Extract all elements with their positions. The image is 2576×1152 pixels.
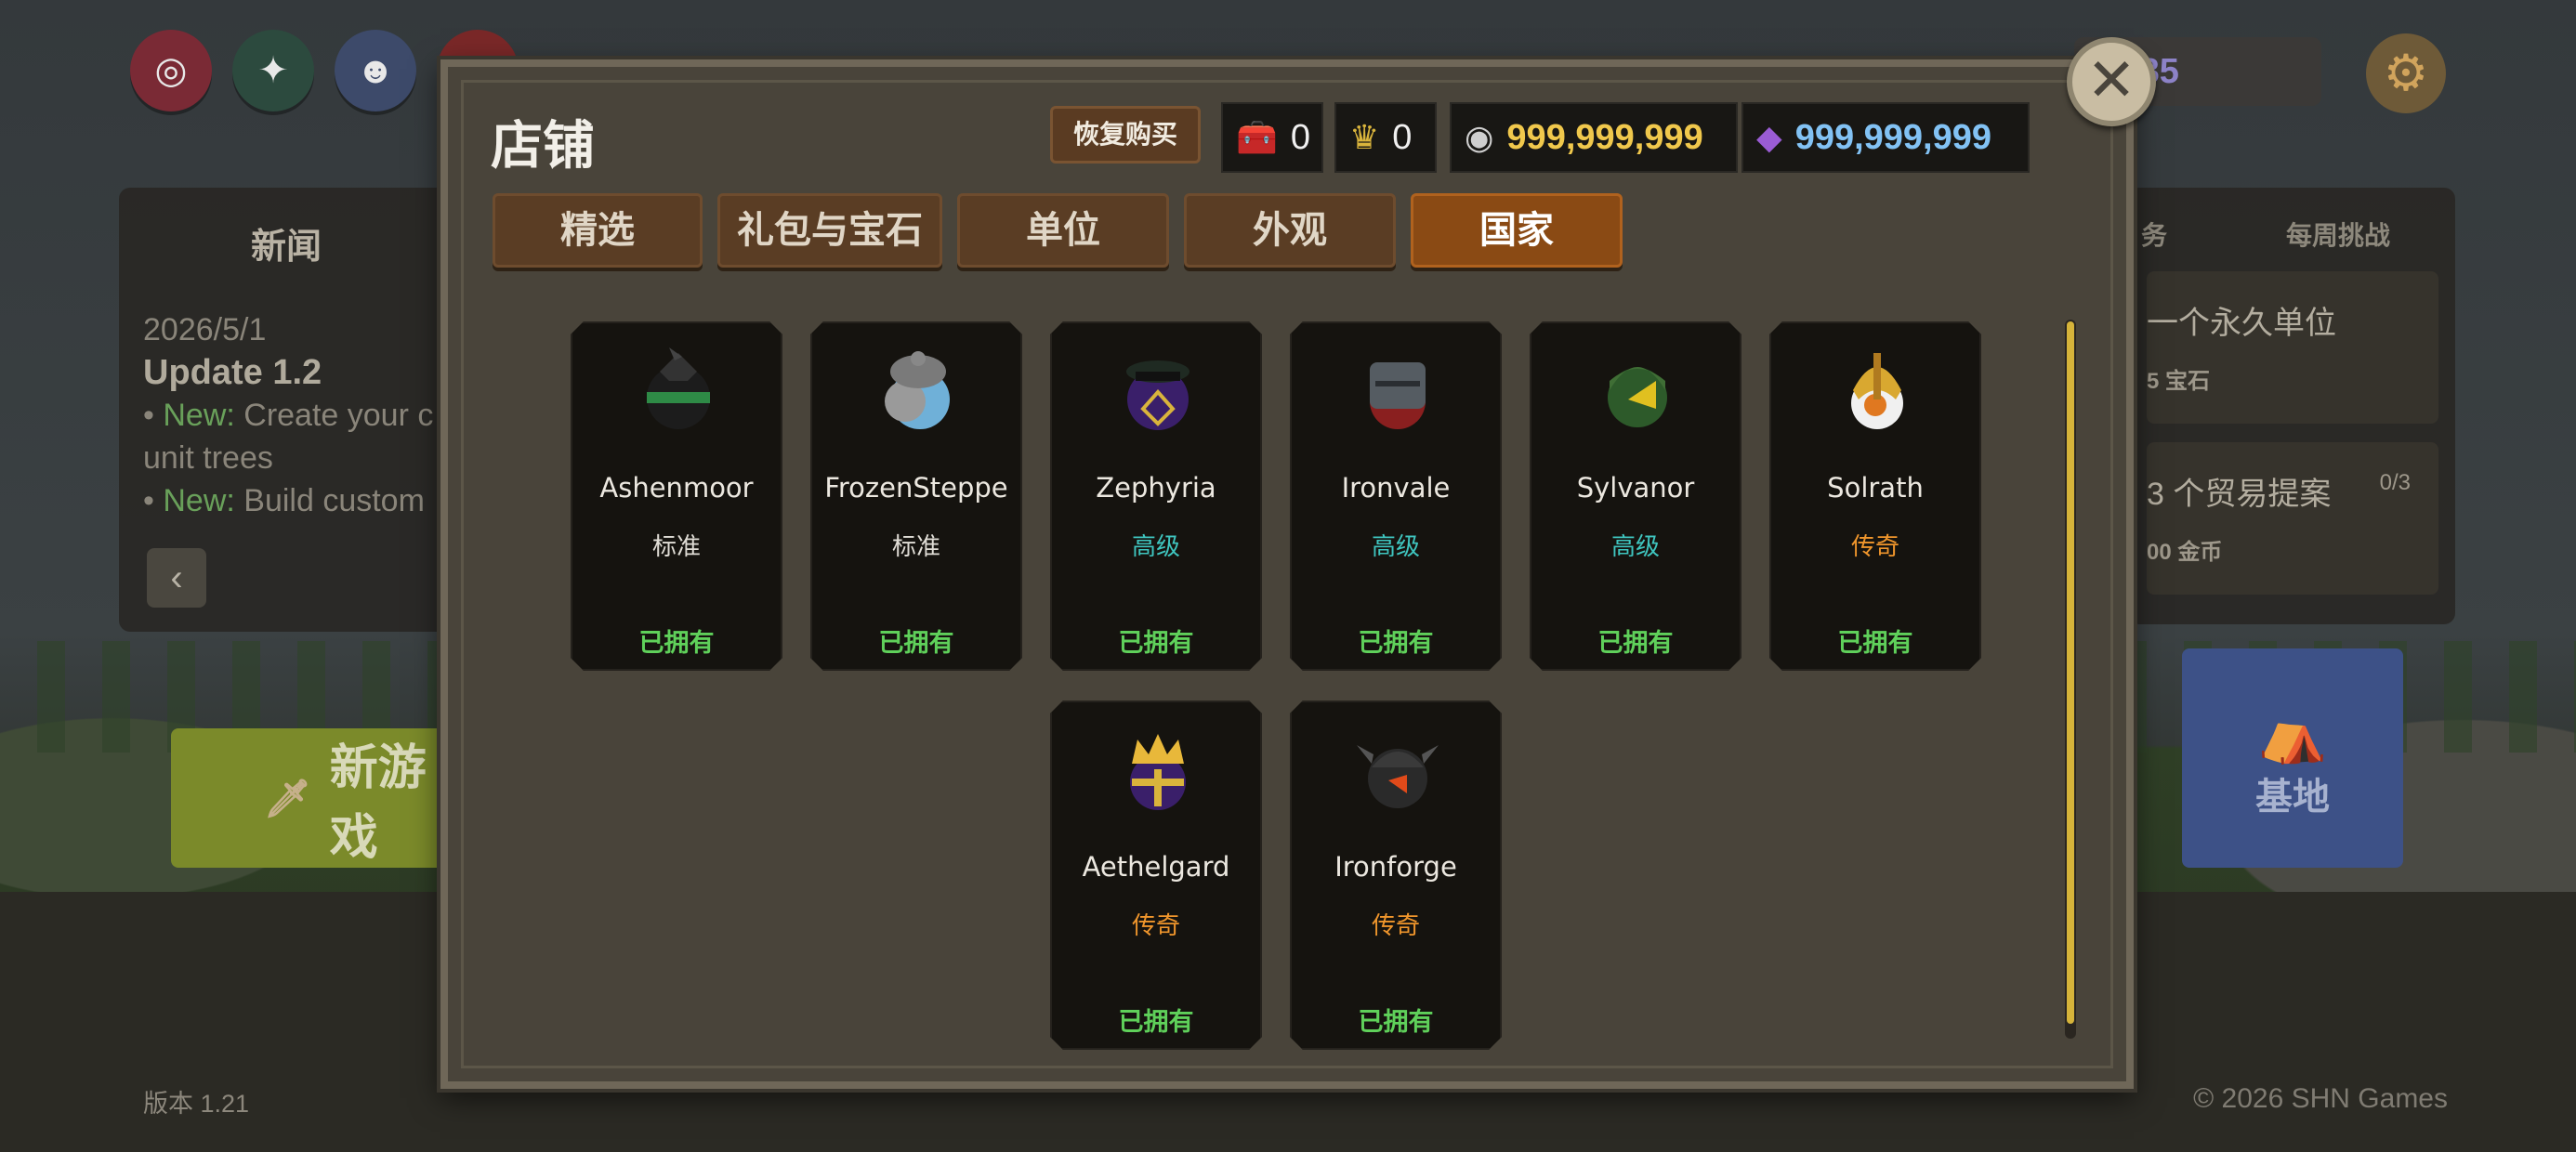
nation-card-ashenmoor[interactable]: Ashenmoor 标准 已拥有 <box>571 321 782 671</box>
dark-bird-helmet-icon <box>632 344 725 437</box>
tab-weekly-challenge[interactable]: 每周挑战 <box>2286 216 2390 253</box>
nation-card-sylvanor[interactable]: Sylvanor 高级 已拥有 <box>1530 321 1741 671</box>
nation-tier: 高级 <box>1610 532 1660 560</box>
nation-name: Solrath <box>1827 472 1924 504</box>
news-line-2: • New: Build custom <box>143 483 425 518</box>
nation-card-ironvale[interactable]: Ironvale 高级 已拥有 <box>1290 321 1502 671</box>
nation-card-ironforge[interactable]: Ironforge 传奇 已拥有 <box>1290 700 1502 1050</box>
gem-currency: ◆ 999,999,999 <box>1741 102 2030 173</box>
golden-helm-ball-icon <box>1831 344 1924 437</box>
nation-owned-status: 已拥有 <box>878 629 954 657</box>
news-update-title: Update 1.2 <box>143 353 322 392</box>
nation-tier: 传奇 <box>1371 911 1420 939</box>
nation-owned-status: 已拥有 <box>1118 629 1194 657</box>
nation-card-aethelgard[interactable]: Aethelgard 传奇 已拥有 <box>1050 700 1262 1050</box>
task-card: 3 个贸易提案 0/3 00 金币 <box>2147 442 2438 595</box>
sword-icon: 🗡 <box>264 778 311 819</box>
close-button[interactable]: ✕ <box>2067 37 2156 126</box>
gem-icon: ◆ <box>1756 118 1782 156</box>
silver-amount: 999,999,999 <box>1506 117 1703 157</box>
shop-scrollbar-thumb[interactable] <box>2067 321 2074 1024</box>
nation-card-frozensteppe[interactable]: FrozenSteppe 标准 已拥有 <box>810 321 1022 671</box>
tab-skins[interactable]: 外观 <box>1184 193 1396 268</box>
fur-hat-ball-icon <box>872 344 965 437</box>
tab-bundles-gems[interactable]: 礼包与宝石 <box>717 193 942 268</box>
tasks-panel: 务 每周挑战 一个永久单位 5 宝石 3 个贸易提案 0/3 00 金币 <box>2128 188 2455 624</box>
nation-owned-status: 已拥有 <box>1597 629 1674 657</box>
officer-cap-ball-icon <box>1111 344 1204 437</box>
nation-tier: 高级 <box>1371 532 1420 560</box>
tab-featured[interactable]: 精选 <box>493 193 703 268</box>
news-date: 2026/5/1 <box>143 312 267 347</box>
nation-owned-status: 已拥有 <box>1358 629 1434 657</box>
new-game-label: 新游戏 <box>329 741 427 865</box>
silver-coin-icon: ◉ <box>1465 118 1494 156</box>
news-panel: 新闻 2026/5/1 Update 1.2 • New: Create you… <box>119 188 453 632</box>
task-card: 一个永久单位 5 宝石 <box>2147 271 2438 424</box>
task-reward: 5 宝石 <box>2147 369 2211 394</box>
tab-daily-tasks[interactable]: 务 <box>2141 216 2167 253</box>
chest-currency: 🧰 0 <box>1221 102 1323 173</box>
task-reward: 00 金币 <box>2147 540 2223 565</box>
nation-tier: 传奇 <box>1850 532 1899 560</box>
nation-owned-status: 已拥有 <box>1118 1008 1194 1036</box>
crown-ball-icon <box>1111 723 1204 816</box>
nation-name: Sylvanor <box>1576 472 1695 504</box>
discord-icon[interactable]: ☻ <box>335 30 416 111</box>
base-label: 基地 <box>2255 777 2330 818</box>
nation-card-solrath[interactable]: Solrath 传奇 已拥有 <box>1769 321 1981 671</box>
task-text: 一个永久单位 <box>2147 306 2336 341</box>
task-progress: 0/3 <box>2379 470 2411 495</box>
version-label: 版本 1.21 <box>143 1090 250 1118</box>
nations-grid: Ashenmoor 标准 已拥有 FrozenSteppe 标准 已拥有 Zep… <box>571 321 2002 1055</box>
settings-gear-icon[interactable]: ⚙ <box>2366 33 2446 113</box>
chest-count: 0 <box>1290 117 1310 157</box>
nation-tier: 标准 <box>891 532 940 560</box>
news-line-1-cont: unit trees <box>143 440 273 476</box>
nation-name: FrozenSteppe <box>824 472 1008 504</box>
nation-owned-status: 已拥有 <box>1837 629 1913 657</box>
nation-owned-status: 已拥有 <box>638 629 715 657</box>
nation-name: Ironforge <box>1334 851 1457 883</box>
iron-helmet-ball-icon <box>1351 344 1444 437</box>
crown-count: 0 <box>1392 117 1413 157</box>
tent-icon: ⛺ <box>2257 702 2328 765</box>
nation-name: Zephyria <box>1096 472 1216 504</box>
nation-name: Aethelgard <box>1082 851 1230 883</box>
crown-currency: ♛ 0 <box>1334 102 1437 173</box>
nation-tier: 高级 <box>1131 532 1180 560</box>
base-button[interactable]: ⛺ 基地 <box>2182 648 2403 868</box>
nation-name: Ironvale <box>1341 472 1451 504</box>
news-line-1: • New: Create your c <box>143 398 434 433</box>
silver-currency: ◉ 999,999,999 <box>1450 102 1738 173</box>
nation-tier: 标准 <box>651 532 701 560</box>
gem-amount: 999,999,999 <box>1794 117 1992 157</box>
nation-name: Ashenmoor <box>599 472 754 504</box>
news-title: 新闻 <box>250 228 322 267</box>
horned-helmet-ball-icon <box>1351 723 1444 816</box>
new-game-button[interactable]: 🗡 新游戏 <box>171 728 450 868</box>
crown-icon: ♛ <box>1349 118 1380 156</box>
shop-title: 店铺 <box>491 116 595 175</box>
chest-icon: 🧰 <box>1236 118 1278 156</box>
task-text: 3 个贸易提案 <box>2147 477 2332 512</box>
green-hood-ball-icon <box>1591 344 1684 437</box>
nation-card-zephyria[interactable]: Zephyria 高级 已拥有 <box>1050 321 1262 671</box>
tab-units[interactable]: 单位 <box>957 193 1169 268</box>
restore-purchases-button[interactable]: 恢复购买 <box>1050 106 1201 164</box>
twitter-icon[interactable]: ✦ <box>232 30 314 111</box>
nation-tier: 传奇 <box>1131 911 1180 939</box>
copyright-label: © 2026 SHN Games <box>2193 1083 2448 1114</box>
news-prev-button[interactable]: ‹ <box>147 548 206 608</box>
tab-nations[interactable]: 国家 <box>1411 193 1623 268</box>
instagram-icon[interactable]: ◎ <box>130 30 212 111</box>
news-body: 2026/5/1 Update 1.2 • New: Create your c… <box>143 308 450 522</box>
nation-owned-status: 已拥有 <box>1358 1008 1434 1036</box>
